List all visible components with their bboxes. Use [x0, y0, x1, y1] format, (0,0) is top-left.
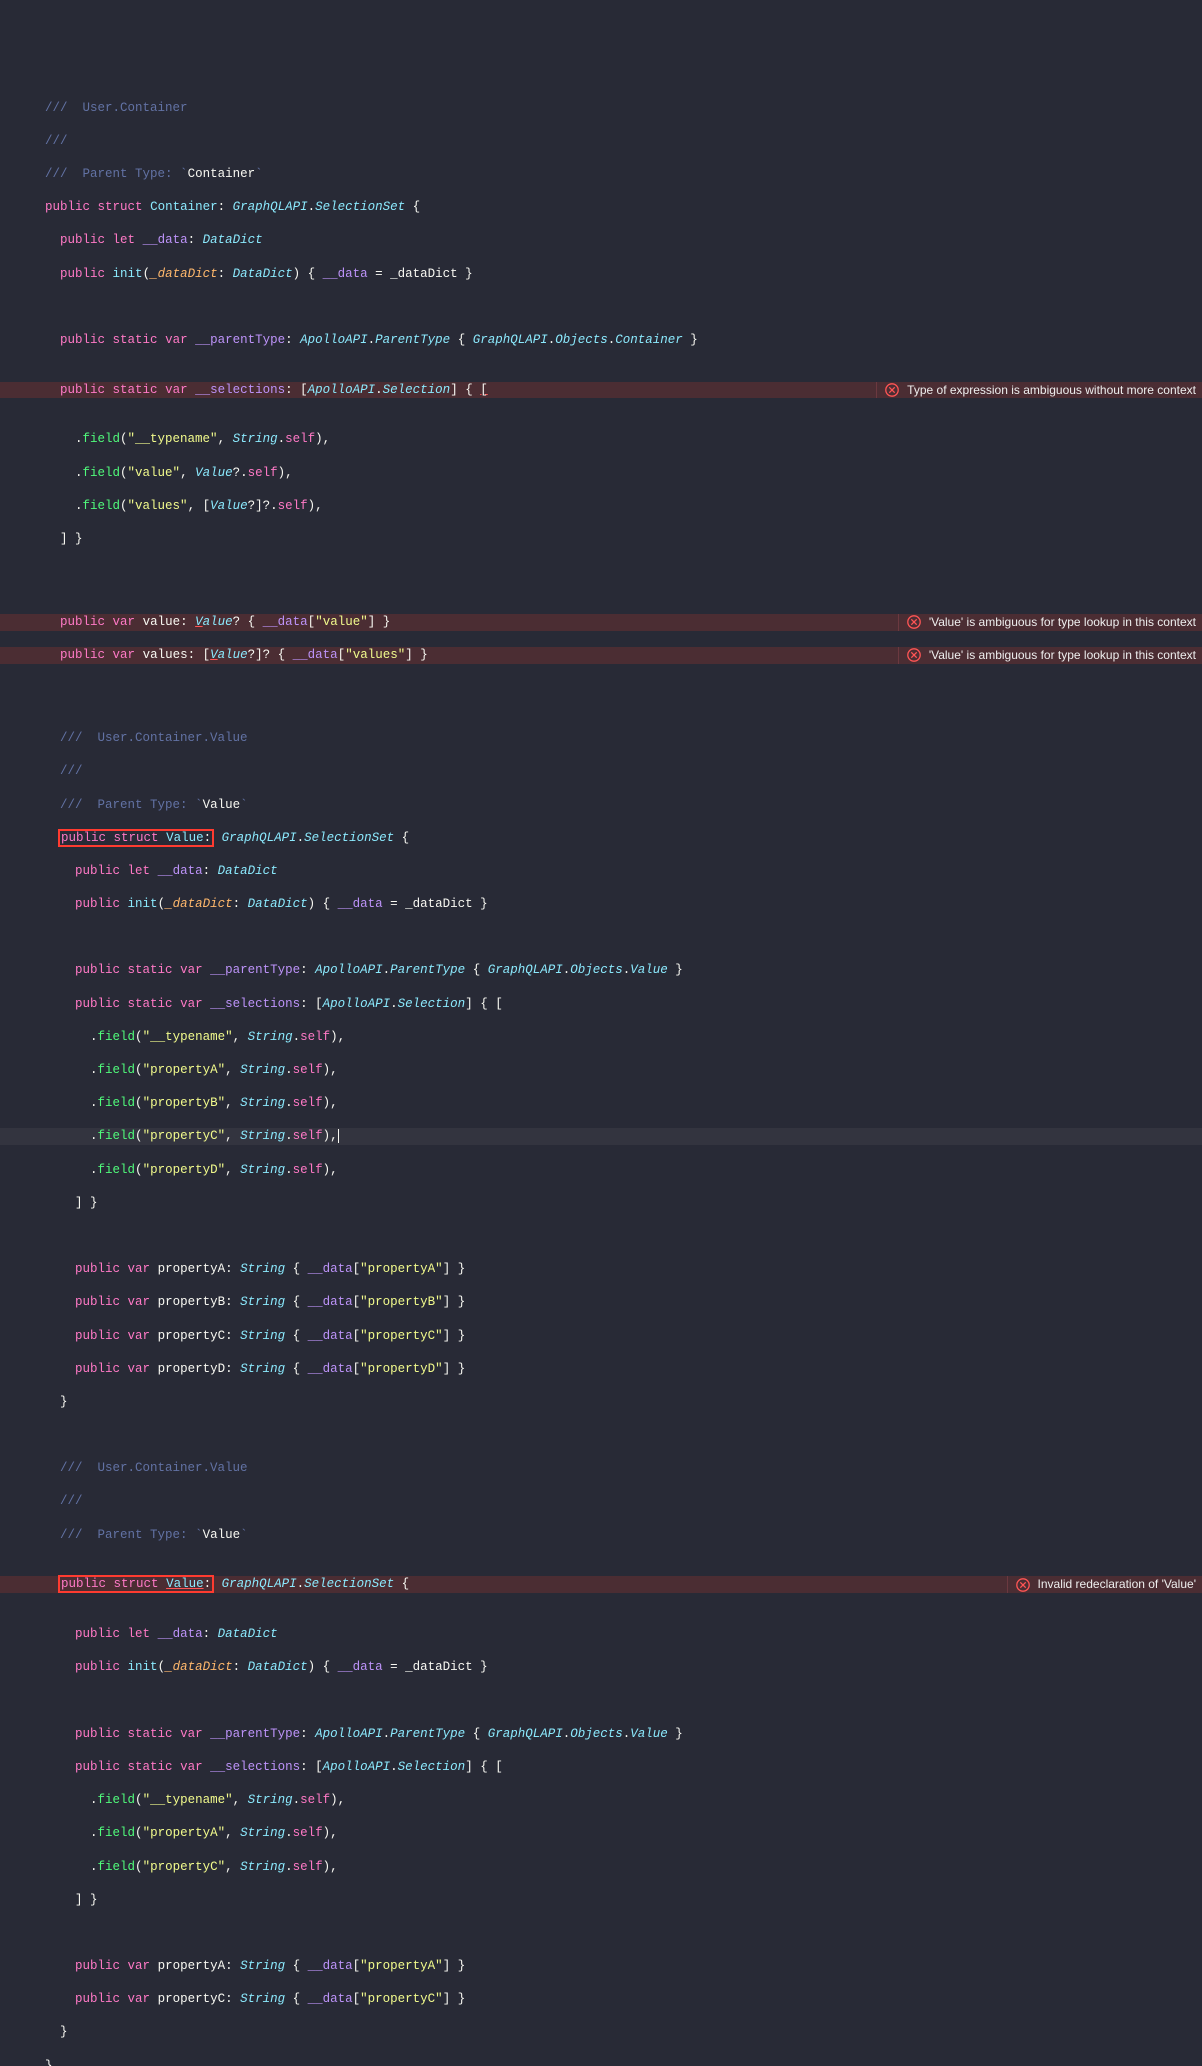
code-line: [0, 929, 1202, 946]
error-text: 'Value' is ambiguous for type lookup in …: [929, 647, 1196, 664]
code-line: public static var __parentType: ApolloAP…: [0, 1726, 1202, 1743]
code-line: public static var __parentType: ApolloAP…: [0, 962, 1202, 979]
error-text: 'Value' is ambiguous for type lookup in …: [929, 614, 1196, 631]
code-line: .field("__typename", String.self),: [0, 1792, 1202, 1809]
code-line: public var propertyD: String { __data["p…: [0, 1361, 1202, 1378]
code-line: .field("__typename", String.self),: [0, 1029, 1202, 1046]
code-error-line: public var values: [Value?]? { __data["v…: [0, 647, 1202, 664]
code-line: /// User.Container.Value: [0, 730, 1202, 747]
error-text: Type of expression is ambiguous without …: [907, 382, 1196, 399]
code-line: public static var __parentType: ApolloAP…: [0, 332, 1202, 349]
code-line: }: [0, 2058, 1202, 2066]
code-error-line: public var value: Value? { __data["value…: [0, 614, 1202, 631]
code-line: public static var __selections: [ApolloA…: [0, 996, 1202, 1013]
error-icon: [883, 381, 901, 399]
code-line: /// Parent Type: `Container`: [0, 166, 1202, 183]
code-line: ] }: [0, 531, 1202, 548]
code-line: .field("propertyD", String.self),: [0, 1162, 1202, 1179]
code-line: public struct Container: GraphQLAPI.Sele…: [0, 199, 1202, 216]
code-line: public init(_dataDict: DataDict) { __dat…: [0, 1659, 1202, 1676]
code-line: ] }: [0, 1892, 1202, 1909]
code-line: public let __data: DataDict: [0, 232, 1202, 249]
code-line: ///: [0, 763, 1202, 780]
code-line: public let __data: DataDict: [0, 863, 1202, 880]
code-line: .field("__typename", String.self),: [0, 431, 1202, 448]
code-line: /// User.Container.Value: [0, 1460, 1202, 1477]
error-banner[interactable]: Type of expression is ambiguous without …: [876, 382, 1202, 399]
error-icon: [905, 613, 923, 631]
code-line: .field("value", Value?.self),: [0, 465, 1202, 482]
code-line: ] }: [0, 1195, 1202, 1212]
error-banner[interactable]: Invalid redeclaration of 'Value': [1007, 1576, 1202, 1593]
error-banner[interactable]: 'Value' is ambiguous for type lookup in …: [898, 647, 1202, 664]
code-line: }: [0, 1394, 1202, 1411]
code-line: [0, 1427, 1202, 1444]
code-line: public let __data: DataDict: [0, 1626, 1202, 1643]
code-line: public init(_dataDict: DataDict) { __dat…: [0, 266, 1202, 283]
code-line: .field("propertyA", String.self),: [0, 1825, 1202, 1842]
code-line: public init(_dataDict: DataDict) { __dat…: [0, 896, 1202, 913]
code-line: [0, 564, 1202, 581]
code-error-line: public struct Value: GraphQLAPI.Selectio…: [0, 1576, 1202, 1593]
code-line: ///: [0, 133, 1202, 150]
code-line: public var propertyB: String { __data["p…: [0, 1294, 1202, 1311]
code-line: public var propertyA: String { __data["p…: [0, 1958, 1202, 1975]
error-banner[interactable]: 'Value' is ambiguous for type lookup in …: [898, 614, 1202, 631]
code-line: [0, 1925, 1202, 1942]
code-line: .field("propertyA", String.self),: [0, 1062, 1202, 1079]
code-line: public static var __selections: [ApolloA…: [0, 1759, 1202, 1776]
code-line: public var propertyC: String { __data["p…: [0, 1328, 1202, 1345]
error-icon: [905, 646, 923, 664]
highlight-box-2: public struct Value:: [58, 1575, 214, 1593]
code-line: .field("propertyC", String.self),: [0, 1859, 1202, 1876]
code-line: }: [0, 2024, 1202, 2041]
code-line: ///: [0, 1493, 1202, 1510]
code-line: [0, 697, 1202, 714]
code-line: [0, 299, 1202, 316]
code-error-line: public static var __selections: [ApolloA…: [0, 382, 1202, 399]
code-line: /// Parent Type: `Value`: [0, 1527, 1202, 1544]
code-line: [0, 1693, 1202, 1710]
code-line: public struct Value: GraphQLAPI.Selectio…: [0, 830, 1202, 847]
error-icon: [1014, 1576, 1032, 1594]
code-line: /// Parent Type: `Value`: [0, 797, 1202, 814]
code-line: .field("propertyB", String.self),: [0, 1095, 1202, 1112]
highlight-box-1: public struct Value:: [58, 829, 214, 847]
code-line: [0, 1228, 1202, 1245]
code-line: .field("values", [Value?]?.self),: [0, 498, 1202, 515]
code-line: public var propertyC: String { __data["p…: [0, 1991, 1202, 2008]
code-line-cursor: .field("propertyC", String.self),: [0, 1128, 1202, 1145]
code-line: public var propertyA: String { __data["p…: [0, 1261, 1202, 1278]
error-text: Invalid redeclaration of 'Value': [1038, 1576, 1196, 1593]
code-line: /// User.Container: [0, 100, 1202, 117]
